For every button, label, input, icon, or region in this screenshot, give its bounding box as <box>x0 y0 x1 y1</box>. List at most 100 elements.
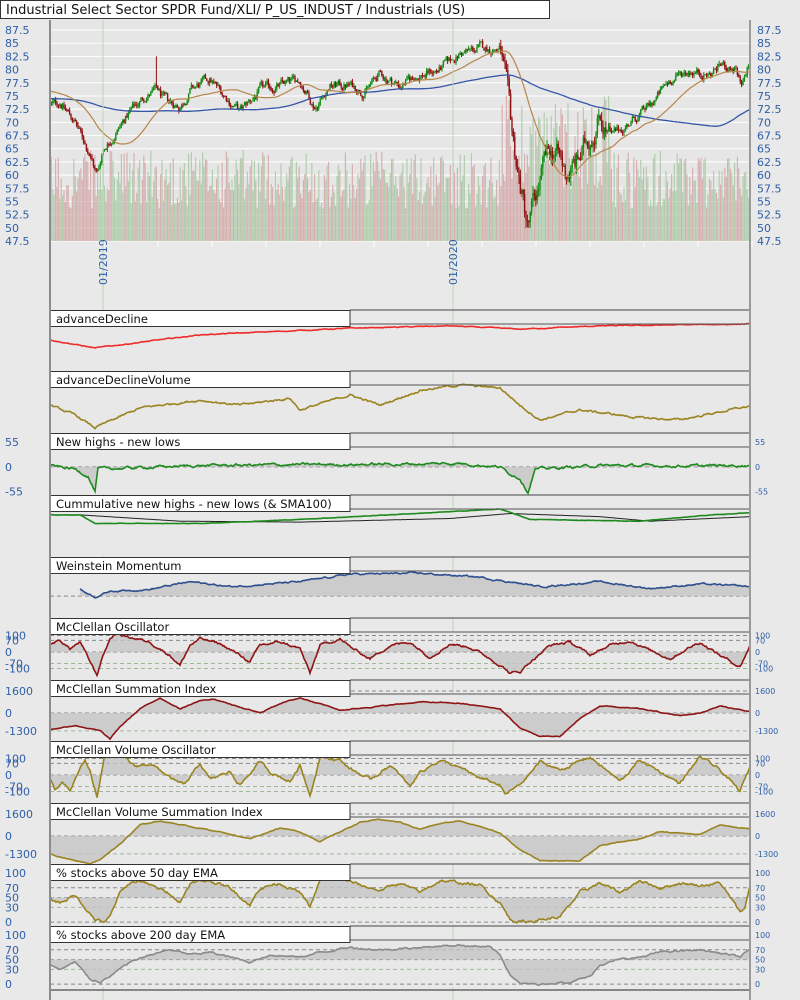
candle-body <box>729 66 732 71</box>
candle-body <box>176 105 179 108</box>
candle-body <box>731 68 733 71</box>
volume-bar <box>601 185 603 241</box>
volume-bar <box>657 202 659 241</box>
price-tick-label-left: 77.5 <box>5 77 30 90</box>
candle-body <box>207 80 209 84</box>
volume-bar <box>183 163 185 241</box>
candle-body <box>624 128 627 130</box>
volume-bar <box>139 160 141 241</box>
candle-body <box>616 126 618 131</box>
candle-body <box>304 90 306 94</box>
volume-bar <box>162 200 164 241</box>
volume-bar <box>375 151 377 241</box>
candle-body <box>241 106 243 109</box>
candle-body <box>340 84 342 88</box>
volume-bar <box>521 105 523 241</box>
panel-axis-label-left: 30 <box>5 901 19 914</box>
candle-body <box>155 84 158 87</box>
candle-body <box>255 97 257 99</box>
candle-body <box>61 104 64 109</box>
panel-axis-label-left: 0 <box>5 461 12 474</box>
candle-body <box>563 165 565 167</box>
candle-body <box>529 211 531 223</box>
volume-bar <box>647 176 649 241</box>
volume-bar <box>624 200 626 241</box>
volume-bar <box>365 205 367 241</box>
candle-body <box>378 70 380 76</box>
volume-bar <box>505 95 507 242</box>
candle-body <box>540 167 543 179</box>
volume-bar <box>690 194 692 241</box>
volume-bar <box>273 205 275 241</box>
volume-bar <box>644 189 646 241</box>
volume-bar <box>654 153 656 241</box>
candle-body <box>693 73 695 76</box>
volume-bar <box>328 161 330 241</box>
volume-bar <box>727 158 729 241</box>
price-tick-label-right: 82.5 <box>757 50 782 63</box>
candle-body <box>633 117 635 119</box>
volume-bar <box>315 200 317 241</box>
candle-body <box>507 69 509 79</box>
candle-body <box>73 120 75 122</box>
volume-bar <box>437 185 439 241</box>
volume-bar <box>202 152 204 241</box>
volume-bar <box>133 152 135 241</box>
candle-body <box>410 77 412 81</box>
volume-bar <box>323 174 325 241</box>
panel-plot-area <box>50 447 750 494</box>
volume-bar <box>707 195 709 241</box>
volume-bar <box>455 208 457 241</box>
volume-bar <box>619 192 621 241</box>
candle-body <box>556 143 558 151</box>
candle-body <box>316 107 319 109</box>
volume-bar <box>396 188 398 241</box>
candle-body <box>214 81 216 83</box>
volume-bar <box>231 179 233 241</box>
candle-body <box>631 117 634 122</box>
candle-body <box>187 93 190 101</box>
volume-bar <box>381 151 383 241</box>
candle-body <box>554 150 557 156</box>
volume-bar <box>490 157 492 241</box>
candle-body <box>66 108 68 110</box>
volume-bar <box>379 179 381 241</box>
volume-bar <box>171 205 173 241</box>
volume-bar <box>308 192 310 241</box>
candle-body <box>518 171 520 177</box>
volume-bar <box>668 197 670 241</box>
volume-bar <box>454 172 456 241</box>
volume-bar <box>283 200 285 241</box>
candle-body <box>498 45 501 49</box>
candle-body <box>245 102 247 105</box>
volume-bar <box>161 159 163 241</box>
volume-bar <box>307 178 309 241</box>
candle-body <box>505 63 508 70</box>
volume-bar <box>573 167 575 241</box>
date-tick-label: 01/2020 <box>447 239 460 285</box>
candle-body <box>651 103 653 106</box>
panel-title: advanceDeclineVolume <box>56 373 191 387</box>
candle-body <box>474 50 477 52</box>
candle-body <box>120 122 123 126</box>
volume-bar <box>399 175 401 241</box>
volume-bar <box>435 174 437 241</box>
volume-bar <box>550 116 552 241</box>
candle-body <box>704 74 706 76</box>
volume-bar <box>444 192 446 241</box>
volume-bar <box>294 206 296 241</box>
panel-axis-label-right: 30 <box>755 965 765 974</box>
panel-axis-label-left: -55 <box>5 486 23 499</box>
candle-body <box>138 101 141 106</box>
panel-axis-label-left: 30 <box>5 963 19 976</box>
volume-bar <box>468 183 470 241</box>
panel-title: Weinstein Momentum <box>56 559 182 573</box>
price-tick-label-right: 60 <box>757 169 771 182</box>
volume-bar <box>692 167 694 241</box>
candle-body <box>103 148 106 150</box>
candle-body <box>98 165 100 170</box>
volume-bar <box>743 172 745 241</box>
candle-body <box>620 129 622 133</box>
volume-bar <box>442 161 444 241</box>
volume-bar <box>567 103 569 242</box>
